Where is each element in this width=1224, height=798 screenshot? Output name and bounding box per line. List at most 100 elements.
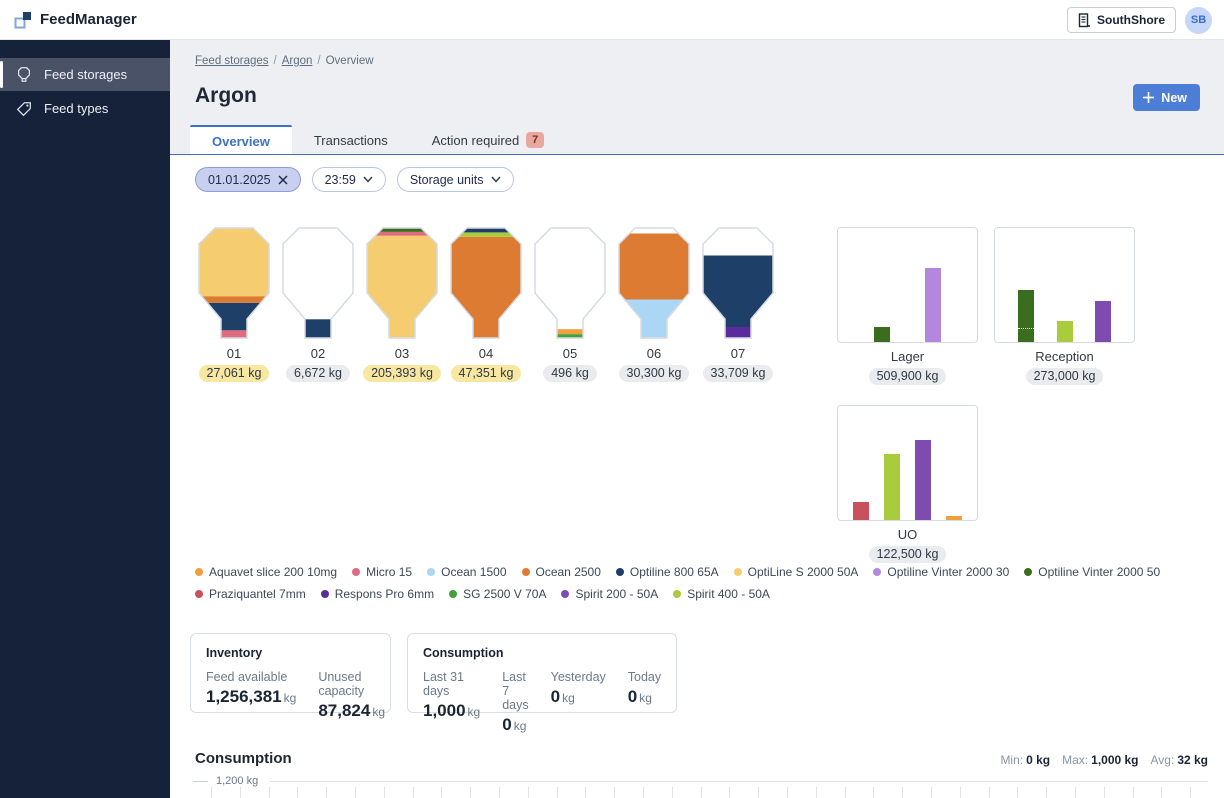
storage-units-filter-chip[interactable]: Storage units [397, 167, 514, 192]
legend-label: Ocean 1500 [441, 565, 506, 579]
legend-dot [616, 568, 624, 576]
silo-name: 06 [647, 346, 661, 361]
metric-unit: kg [514, 719, 527, 733]
storage-unit-silo-07[interactable]: 07 33,709 kg [702, 227, 774, 382]
legend-label: Spirit 200 - 50A [575, 587, 658, 601]
new-button[interactable]: New [1133, 84, 1200, 111]
metric-unit: kg [639, 691, 652, 705]
grid-vline [441, 787, 442, 798]
breadcrumb-feed-storages[interactable]: Feed storages [195, 55, 269, 67]
metric-label: Last 7 days [502, 670, 528, 712]
consumption-card: Consumption Last 31 days 1,000kg Last 7 … [407, 633, 677, 713]
time-filter-chip[interactable]: 23:59 [312, 167, 386, 192]
tab-transactions[interactable]: Transactions [292, 125, 410, 155]
sidebar-item-label: Feed storages [44, 67, 127, 82]
metric-label: Today [628, 670, 661, 684]
sidebar-item-feed-storages[interactable]: Feed storages [0, 58, 170, 91]
metric-label: Feed available [206, 670, 296, 684]
storage-unit-silo-06[interactable]: 06 30,300 kg [618, 227, 690, 382]
legend-dot [352, 568, 360, 576]
storage-value-badge: 122,500 kg [869, 546, 947, 563]
chart-plot-area [837, 405, 978, 521]
legend-item: OptiLine S 2000 50A [734, 565, 859, 579]
silo-fill-segment [618, 234, 690, 300]
tab-action-required[interactable]: Action required 7 [410, 125, 566, 155]
storage-value-badge: 509,900 kg [869, 368, 947, 385]
metric-unit: kg [284, 691, 297, 705]
breadcrumb-overview: Overview [326, 55, 374, 67]
sidebar-item-feed-types[interactable]: Feed types [0, 92, 170, 125]
storage-chart-uo[interactable]: UO 122,500 kg [837, 405, 978, 563]
legend-item: Optiline Vinter 2000 50 [1024, 565, 1160, 579]
page-title: Argon [195, 84, 257, 108]
org-switcher-button[interactable]: SouthShore [1067, 7, 1176, 33]
grid-vline [816, 787, 817, 798]
date-filter-chip[interactable]: 01.01.2025 [195, 167, 301, 192]
y-axis-dash [193, 781, 208, 782]
grid-vline [211, 787, 212, 798]
silo-graphic [366, 227, 438, 341]
metric-label: Unused capacity [318, 670, 385, 698]
silo-name: 07 [731, 346, 745, 361]
new-button-label: New [1161, 91, 1187, 105]
last-31-days-metric: Last 31 days 1,000kg [423, 670, 480, 735]
metric-value: 0 [628, 687, 637, 706]
storage-unit-silo-01[interactable]: 01 27,061 kg [198, 227, 270, 382]
legend-dot [321, 590, 329, 598]
silo-value-badge: 30,300 kg [619, 365, 690, 382]
legend-item: Spirit 400 - 50A [673, 587, 770, 601]
chart-bar [1018, 290, 1034, 342]
silo-name: 03 [395, 346, 409, 361]
silo-value-badge: 33,709 kg [703, 365, 774, 382]
metric-unit: kg [468, 705, 481, 719]
storage-unit-silo-04[interactable]: 04 47,351 kg [450, 227, 522, 382]
silo-value-badge: 27,061 kg [199, 365, 270, 382]
tab-label: Transactions [314, 133, 388, 148]
app-logo[interactable]: FeedManager [14, 11, 137, 29]
silo-value-badge: 6,672 kg [286, 365, 350, 382]
storage-unit-silo-03[interactable]: 03 205,393 kg [366, 227, 438, 382]
legend-item: Optiline 800 65A [616, 565, 719, 579]
legend-dot [561, 590, 569, 598]
storage-name: UO [898, 527, 918, 542]
action-required-count-badge: 7 [526, 132, 544, 148]
feed-legend: Aquavet slice 200 10mg Micro 15 Ocean 15… [195, 565, 1208, 601]
tab-label: Action required [432, 133, 519, 148]
silo-fill-segment [198, 228, 270, 296]
tab-overview[interactable]: Overview [190, 125, 292, 155]
storage-chart-reception[interactable]: Reception 273,000 kg [994, 227, 1135, 385]
metric-value: 87,824 [318, 701, 370, 720]
metric-value: 0 [502, 715, 511, 734]
silo-value-badge: 496 kg [543, 365, 597, 382]
chevron-down-icon [363, 176, 373, 183]
grid-vline [297, 787, 298, 798]
inventory-card: Inventory Feed available 1,256,381kg Unu… [190, 633, 391, 713]
grid-vline [614, 787, 615, 798]
user-avatar[interactable]: SB [1185, 7, 1212, 34]
storage-chart-lager[interactable]: Lager 509,900 kg [837, 227, 978, 385]
grid-vline [326, 787, 327, 798]
storage-unit-silo-02[interactable]: 02 6,672 kg [282, 227, 354, 382]
grid-vline [1075, 787, 1076, 798]
sidebar: Feed storages Feed types [0, 40, 170, 798]
grid-vline [873, 787, 874, 798]
grid-vline [960, 787, 961, 798]
legend-dot [195, 568, 203, 576]
silo-fill-segment [702, 256, 774, 328]
date-filter-label: 01.01.2025 [208, 173, 271, 187]
silo-fill-segment [198, 330, 270, 338]
legend-dot [734, 568, 742, 576]
grid-vline [672, 787, 673, 798]
silo-fill-segment [198, 303, 270, 331]
avg-stat: Avg:32 kg [1151, 753, 1208, 767]
legend-item: Spirit 200 - 50A [561, 587, 658, 601]
storage-value-badge: 273,000 kg [1026, 368, 1104, 385]
legend-dot [673, 590, 681, 598]
breadcrumb-argon[interactable]: Argon [282, 55, 313, 67]
grid-vline [269, 787, 270, 798]
storage-unit-silo-05[interactable]: 05 496 kg [534, 227, 606, 382]
silo-value-badge: 205,393 kg [363, 365, 441, 382]
close-icon[interactable] [278, 175, 288, 185]
grid-vline [413, 787, 414, 798]
silo-fill-segment [534, 329, 606, 334]
